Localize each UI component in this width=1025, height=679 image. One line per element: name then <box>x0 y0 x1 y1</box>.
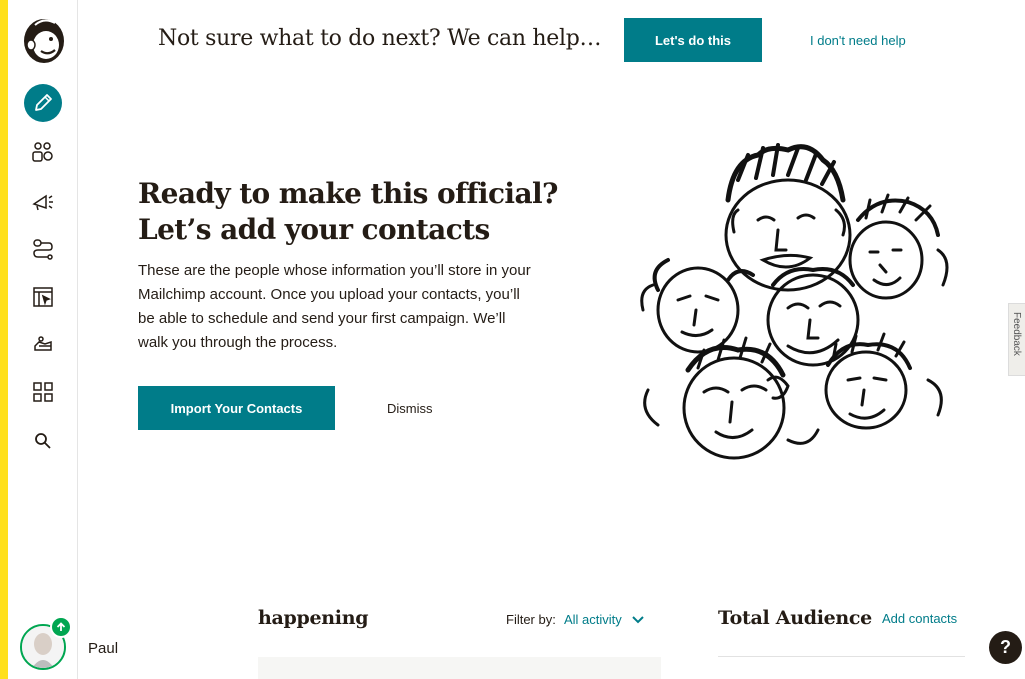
divider <box>718 656 965 657</box>
faces-illustration <box>640 143 949 460</box>
filter-label: Filter by: <box>506 612 556 627</box>
title-line-1: Ready to make this official? <box>138 177 558 210</box>
title-line-2: Let’s add your contacts <box>138 213 490 246</box>
activity-section-title: happening <box>258 607 369 629</box>
sidebar-item-create[interactable] <box>24 84 62 122</box>
integrations-grid-icon <box>33 382 53 402</box>
brand-strip <box>0 0 8 679</box>
sidebar-item-automations[interactable] <box>24 230 62 268</box>
sidebar-item-search[interactable] <box>24 422 62 460</box>
dismiss-link[interactable]: Dismiss <box>387 401 433 416</box>
user-name[interactable]: Paul <box>88 640 118 657</box>
sidebar-nav <box>8 0 78 679</box>
hero-description: These are the people whose information y… <box>138 262 531 351</box>
add-contacts-link[interactable]: Add contacts <box>882 611 957 626</box>
automation-icon <box>33 239 53 260</box>
activity-feed-panel <box>258 657 661 679</box>
mailchimp-logo-icon[interactable] <box>21 15 67 65</box>
sidebar-item-content[interactable] <box>24 325 62 363</box>
audience-section-title: Total Audience <box>718 607 872 629</box>
megaphone-icon <box>32 194 53 211</box>
sidebar-item-audience[interactable] <box>24 133 62 171</box>
website-icon <box>33 287 53 307</box>
lets-do-this-button[interactable]: Let's do this <box>624 18 762 62</box>
sidebar-item-campaigns[interactable] <box>24 182 62 220</box>
account-menu[interactable] <box>20 616 72 670</box>
help-button[interactable]: ? <box>989 631 1022 664</box>
pencil-icon <box>35 94 52 111</box>
filter-value: All activity <box>564 612 622 627</box>
audience-icon <box>32 142 53 162</box>
upgrade-arrow-icon <box>50 616 72 638</box>
chevron-down-icon <box>632 615 644 623</box>
sidebar-item-integrations[interactable] <box>24 373 62 411</box>
help-prompt-text: Not sure what to do next? We can help… <box>158 26 602 51</box>
content-studio-icon <box>34 336 52 351</box>
activity-filter-dropdown[interactable]: All activity <box>564 612 644 627</box>
feedback-tab-label: Feedback <box>1011 312 1022 356</box>
search-icon <box>35 433 51 449</box>
import-contacts-button[interactable]: Import Your Contacts <box>138 386 335 430</box>
feedback-tab[interactable]: Feedback <box>1008 303 1025 376</box>
page-title: Ready to make this official? Let’s add y… <box>138 176 558 248</box>
no-help-link[interactable]: I don't need help <box>810 33 906 48</box>
sidebar-item-website[interactable] <box>24 278 62 316</box>
